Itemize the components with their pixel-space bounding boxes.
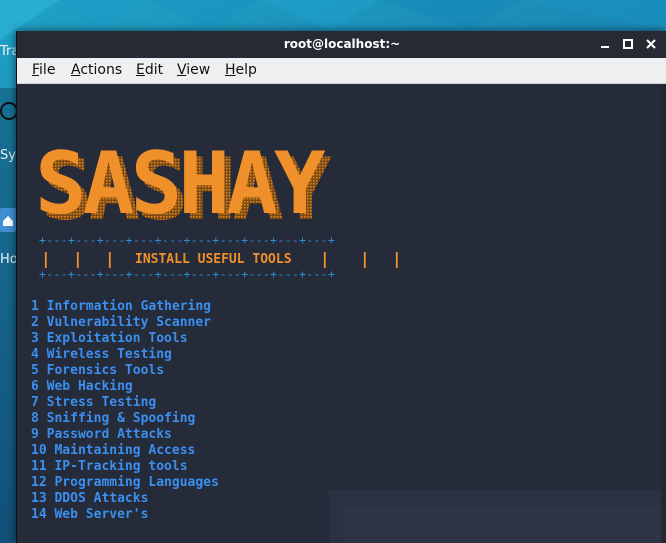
terminal-scrollbar[interactable] <box>661 85 666 543</box>
menu-option: 1 Information Gathering <box>31 299 212 314</box>
menu-option: 6 Web Hacking <box>31 379 133 394</box>
menu-edit[interactable]: Edit <box>136 62 163 78</box>
menu-option: 2 Vulnerability Scanner <box>31 315 212 330</box>
menu-option: 13 DDOS Attacks <box>31 491 149 506</box>
desktop-home-icon[interactable] <box>0 206 16 234</box>
desktop-label-system[interactable]: Sy <box>0 148 16 163</box>
box-bar: | <box>41 249 51 268</box>
box-bar: | <box>392 249 402 268</box>
maximize-icon[interactable] <box>622 38 634 50</box>
menu-actions[interactable]: Actions <box>71 62 122 78</box>
close-icon[interactable] <box>645 38 657 50</box>
banner-text: SASHAY <box>35 141 326 227</box>
menu-option: 9 Password Attacks <box>31 427 172 442</box>
menu-option: 5 Forensics Tools <box>31 363 165 378</box>
ascii-banner: SASHAY SASHAY <box>35 141 336 227</box>
menu-option: 4 Wireless Testing <box>31 347 172 362</box>
box-top-border: +---+---+---+---+---+---+---+---+---+---… <box>39 233 336 247</box>
minimize-icon[interactable] <box>599 38 611 50</box>
tool-menu-list: 1 Information Gathering 2 Vulnerability … <box>31 299 219 523</box>
terminal-output[interactable]: SASHAY SASHAY +---+---+---+---+---+---+-… <box>17 85 666 543</box>
box-bar: | <box>360 249 370 268</box>
window-title: root@localhost:~ <box>283 37 401 51</box>
menu-option: 11 IP-Tracking tools <box>31 459 188 474</box>
box-bar: | <box>73 249 83 268</box>
menu-option: 10 Maintaining Access <box>31 443 196 458</box>
desktop-system-icon[interactable] <box>0 96 18 126</box>
terminal-window: root@localhost:~ File Actions Edit View … <box>16 31 666 543</box>
menu-file[interactable]: File <box>32 62 55 78</box>
menu-option: 14 Web Server's <box>31 507 149 522</box>
window-titlebar[interactable]: root@localhost:~ <box>17 31 666 58</box>
box-bar: | <box>105 249 115 268</box>
menu-option: 3 Exploitation Tools <box>31 331 188 346</box>
box-bottom-border: +---+---+---+---+---+---+---+---+---+---… <box>39 267 336 281</box>
menu-help[interactable]: Help <box>225 62 257 78</box>
menu-option: 8 Sniffing & Spoofing <box>31 411 196 426</box>
terminal-bg-shape-inner <box>343 506 666 543</box>
menu-option: 12 Programming Languages <box>31 475 219 490</box>
menubar: File Actions Edit View Help <box>17 58 666 84</box>
box-bar: | <box>320 249 330 268</box>
menu-option: 7 Stress Testing <box>31 395 157 410</box>
menu-view[interactable]: View <box>177 62 210 78</box>
box-title: INSTALL USEFUL TOOLS <box>135 252 292 267</box>
